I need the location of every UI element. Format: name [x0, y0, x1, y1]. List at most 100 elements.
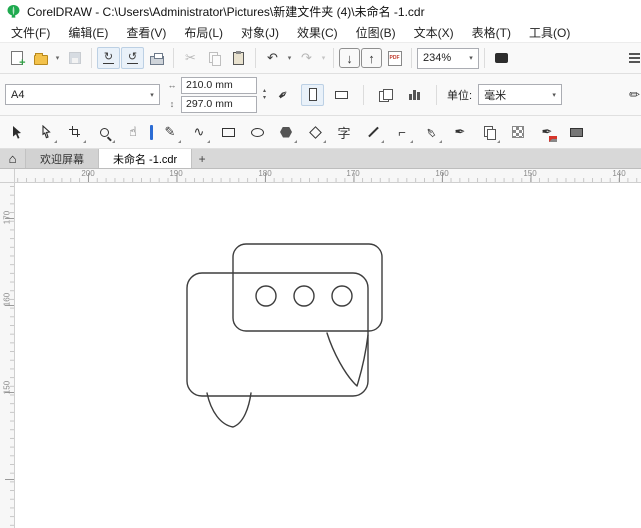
page-width-icon: ↔ [167, 80, 177, 90]
new-document-button[interactable] [5, 47, 28, 69]
menu-effects[interactable]: 效果(C) [288, 22, 347, 43]
freehand-tool[interactable]: ✎ [158, 120, 182, 144]
outline-pen-tool[interactable]: ✒ [448, 120, 472, 144]
left-tail-shape[interactable] [206, 392, 252, 428]
dimension-tool[interactable] [361, 120, 385, 144]
new-tab-button[interactable]: + [192, 149, 212, 168]
menu-edit[interactable]: 编辑(E) [59, 22, 117, 43]
dot-circle-2[interactable] [293, 285, 315, 307]
standard-toolbar: ▾ ↻ ↺ ✂ ↶ ▾ ↷ ▾ ↓ ↑ PDF 234% ▾ [0, 43, 641, 74]
undo-dropdown-arrow[interactable]: ▾ [285, 47, 294, 69]
connector-tool[interactable]: ⌐ [390, 120, 414, 144]
save-icon [68, 52, 81, 64]
print-icon [149, 52, 164, 65]
polygon-tool[interactable] [274, 120, 298, 144]
vertical-ruler[interactable]: 170 160 150 [0, 183, 15, 528]
drawing-page[interactable] [15, 183, 641, 528]
home-button[interactable]: ⌂ [0, 149, 26, 168]
open-from-cloud-button[interactable]: ↻ [97, 47, 120, 69]
property-bar: A4 ▾ ↔ 210.0 mm ↕ 297.0 mm ▴ ▾ ✒ 单位: 毫米 ▾… [0, 74, 641, 116]
page-settings-button[interactable]: ✒ [272, 84, 295, 106]
front-bubble-shape[interactable] [186, 272, 369, 397]
ruler-label: 150 [2, 380, 12, 395]
portrait-orientation-button[interactable] [301, 83, 325, 106]
save-to-cloud-button[interactable]: ↺ [121, 47, 144, 69]
stepper-up-icon[interactable]: ▴ [263, 88, 266, 95]
eyedropper-tool[interactable]: ✑ [419, 120, 443, 144]
home-icon: ⌂ [8, 151, 17, 166]
artistic-media-tool[interactable]: ∿ [187, 120, 211, 144]
menu-table[interactable]: 表格(T) [463, 22, 520, 43]
all-pages-button[interactable] [374, 84, 397, 106]
open-dropdown-arrow[interactable]: ▾ [53, 47, 62, 69]
speech-bubbles-drawing[interactable] [15, 183, 641, 528]
save-button [63, 47, 86, 69]
paste-icon [233, 50, 244, 65]
smart-fill-tool[interactable] [564, 120, 588, 144]
export-button[interactable]: ↑ [361, 48, 382, 68]
freehand-pen-icon: ✎ [164, 124, 176, 139]
print-button[interactable] [145, 47, 168, 69]
horizontal-ruler[interactable]: 200 190 180 170 160 150 140 [15, 169, 641, 183]
zoom-tool[interactable] [92, 120, 116, 144]
new-document-icon [10, 51, 26, 69]
redo-icon: ↷ [301, 50, 312, 65]
page-preset-arrow[interactable]: ▾ [145, 85, 159, 104]
menu-view[interactable]: 查看(V) [117, 22, 175, 43]
menu-text[interactable]: 文本(X) [405, 22, 463, 43]
dot-circle-3[interactable] [331, 285, 353, 307]
transparency-tool[interactable] [506, 120, 530, 144]
menu-file[interactable]: 文件(F) [2, 22, 59, 43]
separator [411, 48, 412, 68]
page-width-field[interactable]: 210.0 mm [181, 76, 257, 94]
page-height-field[interactable]: 297.0 mm [181, 95, 257, 113]
pick-tool[interactable] [5, 120, 29, 144]
ellipse-tool[interactable] [245, 120, 269, 144]
checkerboard-icon [512, 126, 524, 138]
ellipse-icon [250, 127, 264, 137]
menu-object[interactable]: 对象(J) [232, 22, 288, 43]
menu-bar: 文件(F) 编辑(E) 查看(V) 布局(L) 对象(J) 效果(C) 位图(B… [0, 22, 641, 43]
open-button[interactable] [29, 47, 52, 69]
import-button[interactable]: ↓ [339, 48, 360, 68]
current-page-button[interactable] [403, 84, 426, 106]
connector-icon: ⌐ [398, 124, 406, 140]
zoom-level-combo[interactable]: 234% ▾ [417, 47, 479, 69]
text-tool[interactable]: 字 [332, 120, 356, 144]
full-screen-preview-button[interactable] [490, 47, 513, 69]
menu-layout[interactable]: 布局(L) [175, 22, 232, 43]
units-combo[interactable]: 毫米 ▾ [478, 84, 563, 105]
menu-bitmaps[interactable]: 位图(B) [347, 22, 405, 43]
copy-button [203, 47, 226, 69]
paste-button[interactable] [227, 47, 250, 69]
shape-tool[interactable] [34, 120, 58, 144]
menu-tools[interactable]: 工具(O) [520, 22, 579, 43]
shadow-tool[interactable] [477, 120, 501, 144]
propbar-overflow-button[interactable]: ✏ [623, 84, 641, 106]
publish-pdf-button[interactable]: PDF [383, 47, 406, 69]
page-size-preset-combo[interactable]: A4 ▾ [5, 84, 160, 105]
rectangle-tool[interactable] [216, 120, 240, 144]
dimension-line-icon [367, 126, 379, 138]
tab-document-label: 未命名 -1.cdr [113, 153, 178, 166]
crop-tool[interactable] [63, 120, 87, 144]
tab-document[interactable]: 未命名 -1.cdr [99, 149, 193, 168]
separator [484, 48, 485, 68]
toolbar-overflow-button[interactable] [623, 47, 641, 69]
undo-button[interactable]: ↶ [261, 47, 284, 69]
ruler-label: 170 [2, 210, 12, 225]
pan-tool[interactable]: ☝ [121, 120, 145, 144]
back-bubble-shape[interactable] [232, 243, 383, 332]
tab-welcome-screen[interactable]: 欢迎屏幕 [26, 149, 99, 168]
dot-circle-1[interactable] [255, 285, 277, 307]
ruler-origin-corner[interactable] [0, 169, 15, 183]
stepper-down-icon[interactable]: ▾ [263, 95, 266, 102]
landscape-orientation-button[interactable] [330, 84, 353, 106]
zoom-combo-arrow[interactable]: ▾ [464, 49, 478, 68]
dimension-stepper[interactable]: ▴ ▾ [263, 88, 266, 102]
interactive-fill-tool[interactable]: ✒ [535, 120, 559, 144]
common-shapes-tool[interactable] [303, 120, 327, 144]
document-tab-bar: ⌂ 欢迎屏幕 未命名 -1.cdr + [0, 149, 641, 169]
right-tail-shape[interactable] [326, 332, 369, 387]
units-combo-arrow[interactable]: ▾ [547, 85, 561, 104]
